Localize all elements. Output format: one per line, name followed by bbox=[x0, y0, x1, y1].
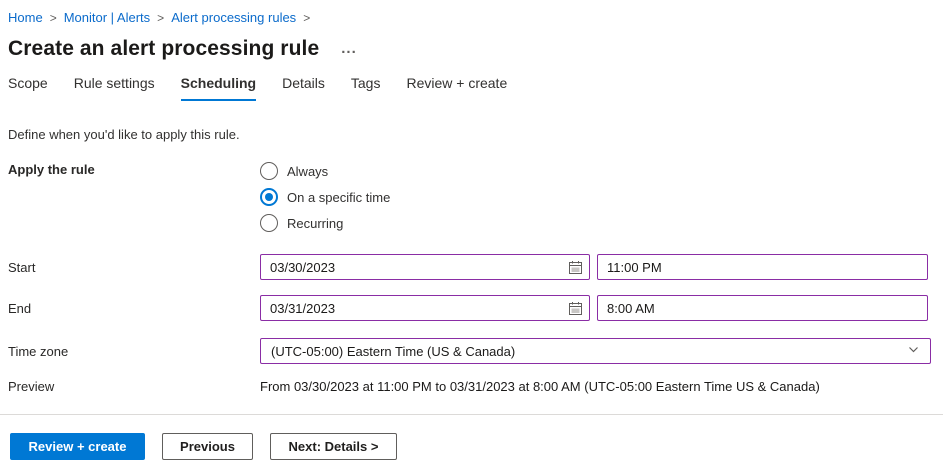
preview-value: From 03/30/2023 at 11:00 PM to 03/31/202… bbox=[260, 379, 820, 394]
page-title: Create an alert processing rule bbox=[8, 35, 319, 62]
start-date-input[interactable] bbox=[260, 254, 590, 280]
radio-option-recurring[interactable]: Recurring bbox=[260, 214, 390, 232]
start-date-wrap bbox=[260, 254, 590, 280]
end-row: End bbox=[8, 295, 931, 321]
start-label: Start bbox=[8, 260, 260, 275]
more-options-button[interactable]: ... bbox=[341, 44, 357, 54]
breadcrumb-link-home[interactable]: Home bbox=[8, 10, 43, 25]
time-zone-value: (UTC-05:00) Eastern Time (US & Canada) bbox=[271, 344, 515, 359]
breadcrumb-link-monitor-alerts[interactable]: Monitor | Alerts bbox=[64, 10, 150, 25]
time-zone-select[interactable]: (UTC-05:00) Eastern Time (US & Canada) bbox=[260, 338, 931, 364]
start-fields bbox=[260, 254, 928, 280]
calendar-icon[interactable] bbox=[567, 259, 583, 275]
tab-bar: Scope Rule settings Scheduling Details T… bbox=[8, 74, 931, 101]
chevron-down-icon bbox=[907, 343, 920, 359]
apply-rule-label: Apply the rule bbox=[8, 162, 260, 177]
radio-unselected-icon bbox=[260, 214, 278, 232]
end-label: End bbox=[8, 301, 260, 316]
radio-option-on-a-specific-time[interactable]: On a specific time bbox=[260, 188, 390, 206]
end-fields bbox=[260, 295, 928, 321]
end-date-wrap bbox=[260, 295, 590, 321]
radio-option-always[interactable]: Always bbox=[260, 162, 390, 180]
tab-tags[interactable]: Tags bbox=[351, 74, 381, 101]
breadcrumb-separator: > bbox=[303, 11, 310, 25]
time-zone-label: Time zone bbox=[8, 344, 260, 359]
footer-divider bbox=[0, 414, 943, 415]
calendar-icon[interactable] bbox=[567, 300, 583, 316]
tab-scheduling[interactable]: Scheduling bbox=[181, 74, 256, 101]
radio-option-label: Recurring bbox=[287, 216, 343, 231]
tab-details[interactable]: Details bbox=[282, 74, 325, 101]
breadcrumb-link-alert-processing-rules[interactable]: Alert processing rules bbox=[171, 10, 296, 25]
preview-row: Preview From 03/30/2023 at 11:00 PM to 0… bbox=[8, 379, 931, 394]
start-time-input[interactable] bbox=[597, 254, 928, 280]
breadcrumb: Home > Monitor | Alerts > Alert processing r… bbox=[8, 10, 931, 26]
radio-option-label: Always bbox=[287, 164, 328, 179]
apply-rule-radio-group: Always On a specific time Recurring bbox=[260, 162, 390, 232]
preview-label: Preview bbox=[8, 379, 260, 394]
radio-unselected-icon bbox=[260, 162, 278, 180]
title-row: Create an alert processing rule ... bbox=[8, 35, 931, 62]
radio-selected-icon bbox=[260, 188, 278, 206]
scheduling-page: Home > Monitor | Alerts > Alert processing r… bbox=[0, 0, 943, 460]
tab-scope[interactable]: Scope bbox=[8, 74, 48, 101]
start-row: Start bbox=[8, 254, 931, 280]
radio-option-label: On a specific time bbox=[287, 190, 390, 205]
page-description: Define when you'd like to apply this rul… bbox=[8, 127, 931, 142]
tab-review-create[interactable]: Review + create bbox=[406, 74, 507, 101]
apply-rule-row: Apply the rule Always On a specific time… bbox=[8, 162, 931, 232]
breadcrumb-separator: > bbox=[50, 11, 57, 25]
breadcrumb-separator: > bbox=[157, 11, 164, 25]
end-date-input[interactable] bbox=[260, 295, 590, 321]
time-zone-row: Time zone (UTC-05:00) Eastern Time (US &… bbox=[8, 338, 931, 364]
tab-rule-settings[interactable]: Rule settings bbox=[74, 74, 155, 101]
end-time-input[interactable] bbox=[597, 295, 928, 321]
